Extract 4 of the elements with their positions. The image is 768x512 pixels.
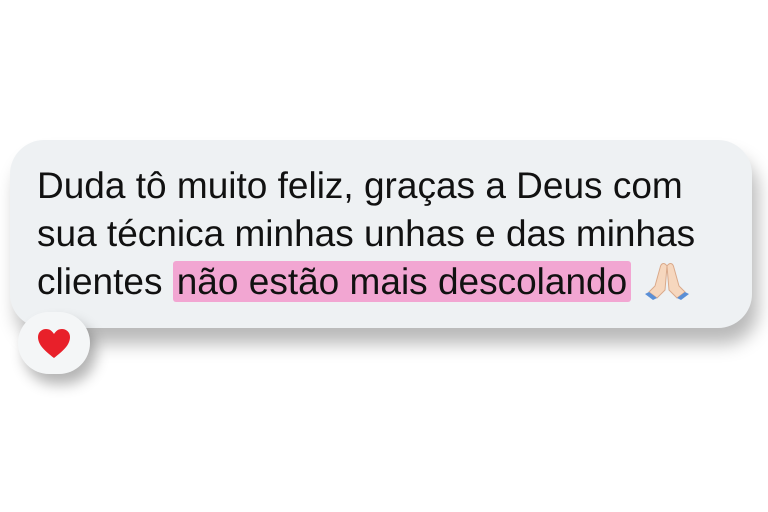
praying-hands-icon [645,260,690,300]
message-text: Duda tô muito feliz, graças a Deus com sua técnica minhas unhas e das minhas clientes não estão mais descolando [37,164,696,304]
heart-icon [37,328,71,358]
reaction-badge[interactable] [18,312,90,374]
